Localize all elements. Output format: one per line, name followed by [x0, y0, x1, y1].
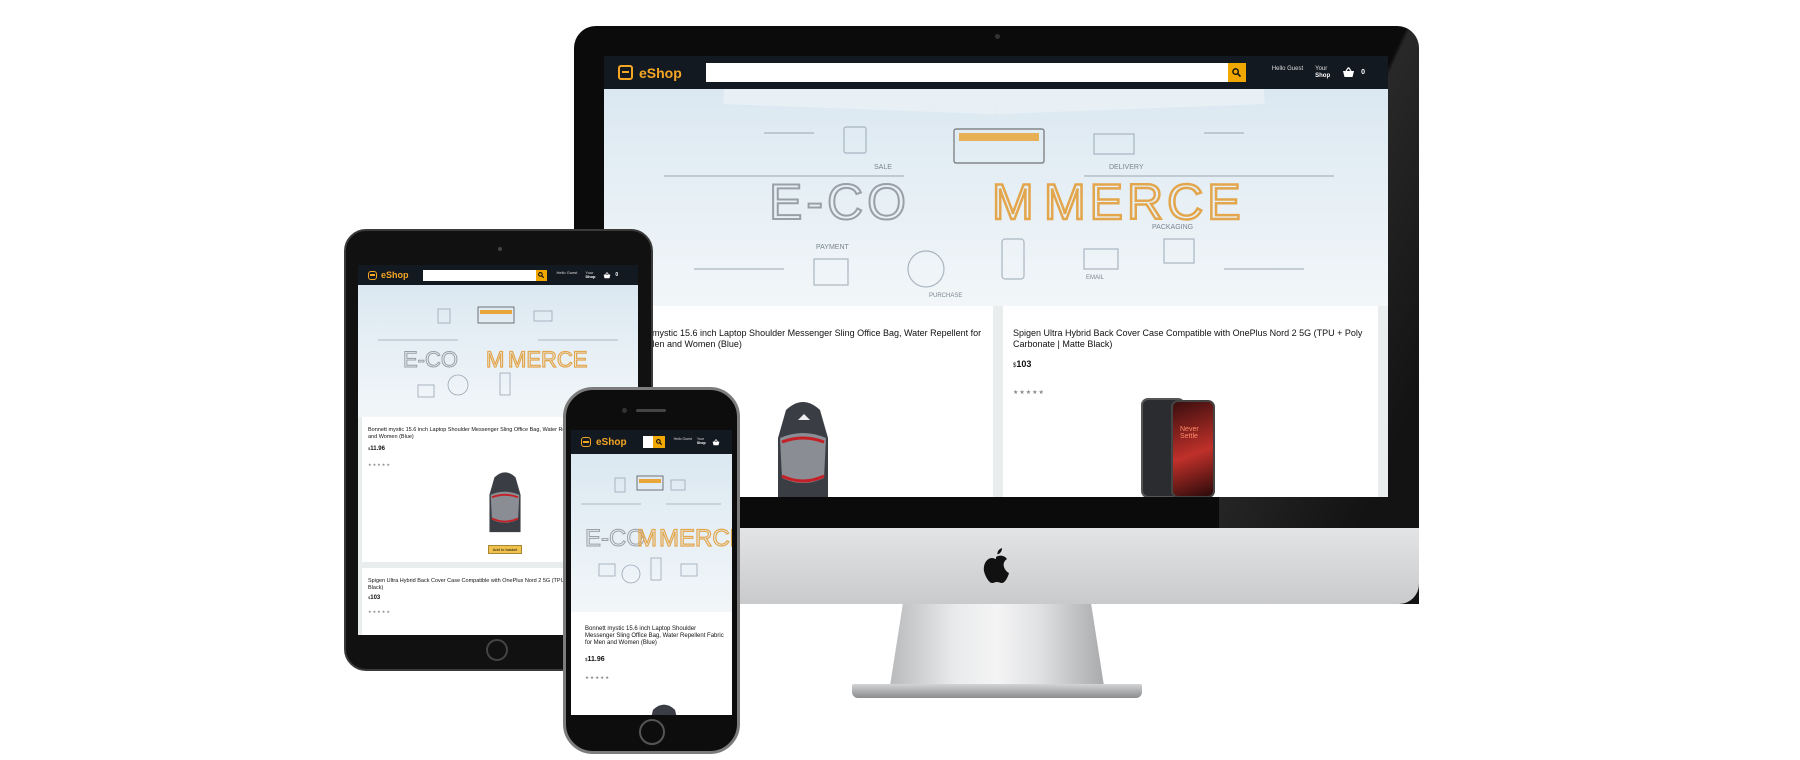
search-icon: [1232, 68, 1242, 77]
banner-headline-suffix: MERCE: [1044, 174, 1245, 230]
shop-icon: [368, 270, 377, 280]
banner-headline-suffix: MERCE: [659, 525, 732, 552]
shop-line1: Your: [1315, 65, 1328, 72]
shop-option[interactable]: Your Shop: [1315, 66, 1330, 79]
basket-icon: [1343, 67, 1355, 77]
shop-option[interactable]: Your Shop: [585, 270, 596, 280]
product-card: Bonnett mystic 15.6 inch Laptop Shoulder…: [571, 612, 732, 715]
search-button[interactable]: [1227, 63, 1246, 82]
phone-screen: eShop Hello Guest Sign In Your Shop E-CO…: [571, 430, 732, 715]
banner-headline-prefix: E-CO: [403, 347, 458, 372]
rating-stars: ★★★★★: [585, 674, 611, 680]
product-title: Spigen Ultra Hybrid Back Cover Case Comp…: [1013, 328, 1363, 349]
product-price: $103: [1013, 359, 1368, 369]
logo-text: eShop: [639, 64, 682, 81]
banner-headline-prefix: E-CO: [769, 174, 910, 230]
ecommerce-banner-art: E-CO M MERCE: [581, 475, 732, 584]
backpack-image: [640, 702, 688, 715]
responsive-mockup: eShop Hello Guest Sign In Your Shop 0 SA…: [0, 0, 1800, 760]
phone-screen-text: Never Settle: [1180, 426, 1199, 440]
backpack-image: [482, 469, 528, 538]
basket-icon: [712, 438, 719, 445]
header: eShop Hello Guest Sign In Your Shop 0: [358, 265, 638, 285]
imac-stand: [890, 604, 1104, 686]
shop-icon: [581, 437, 591, 447]
logo-text: eShop: [596, 436, 627, 448]
greeting-option[interactable]: Hello Guest Sign In: [1272, 66, 1303, 79]
search-input[interactable]: [705, 63, 1228, 82]
banner-headline-m: M: [637, 525, 657, 552]
basket[interactable]: 0: [603, 271, 619, 279]
banner-label-payment: PAYMENT: [816, 244, 850, 251]
shop-line2: Shop: [1315, 72, 1331, 79]
backpack-image: [766, 398, 840, 497]
greeting-line1: Hello Guest: [1271, 65, 1304, 72]
tablet-camera: [498, 247, 502, 251]
basket[interactable]: 0: [1342, 67, 1365, 78]
price-value: 103: [1016, 358, 1032, 369]
search-bar: [422, 269, 547, 281]
search-icon: [655, 439, 662, 445]
phone-case-image: Never Settle: [1141, 398, 1217, 497]
search-input[interactable]: [642, 436, 653, 448]
imac-camera: [995, 34, 1000, 39]
banner-headline-prefix: E-CO: [585, 525, 645, 552]
shop-line2: Shop: [585, 274, 596, 279]
banner-label-delivery: DELIVERY: [1109, 164, 1144, 171]
hero-banner: SALE DELIVERY PAYMENT PACKAGING PURCHASE…: [604, 89, 1388, 306]
greeting-line2: Sign In: [673, 441, 686, 445]
basket[interactable]: [712, 438, 720, 446]
greeting-option[interactable]: Hello Guest Sign In: [556, 270, 578, 280]
imac-base: [852, 684, 1142, 698]
basket-count: 0: [1361, 69, 1366, 76]
banner-label-purchase: PURCHASE: [929, 293, 962, 299]
search-bar: [642, 436, 665, 448]
product-price: $11.96: [585, 656, 726, 663]
product-title: t mystic 15.6 inch Laptop Shoulder Messe…: [647, 328, 982, 349]
ecommerce-banner-art: SALE DELIVERY PAYMENT PACKAGING PURCHASE…: [664, 89, 1334, 299]
search-input[interactable]: [422, 269, 536, 281]
header: eShop Hello Guest Sign In Your Shop: [571, 430, 732, 454]
price-value: 11.96: [370, 446, 385, 453]
phone-speaker: [636, 409, 666, 412]
shop-line2: Shop: [696, 441, 706, 445]
banner-headline-m: M: [486, 347, 504, 372]
basket-count: 0: [615, 272, 619, 278]
search-icon: [538, 272, 545, 278]
basket-icon: [604, 271, 611, 278]
phone-home-button: [639, 719, 665, 745]
phone-camera: [622, 408, 627, 413]
search-button[interactable]: [535, 269, 547, 281]
banner-headline-suffix: MERCE: [508, 347, 587, 372]
banner-label-sale: SALE: [874, 164, 892, 171]
logo[interactable]: eShop: [368, 270, 409, 280]
greeting-option[interactable]: Hello Guest Sign In: [673, 437, 692, 446]
greeting-line2: Sign In: [1271, 72, 1292, 79]
shop-option[interactable]: Your Shop: [696, 437, 706, 446]
shop-icon: [618, 65, 633, 80]
apple-logo-icon: [983, 548, 1009, 583]
product-card: Spigen Ultra Hybrid Back Cover Case Comp…: [1003, 306, 1378, 497]
logo[interactable]: eShop: [581, 437, 627, 448]
rating-stars: ★★★★★: [1013, 389, 1045, 396]
price-value: 103: [370, 595, 381, 602]
tablet-home-button: [486, 639, 508, 661]
logo[interactable]: eShop: [618, 65, 682, 81]
product-title: Bonnett mystic 15.6 inch Laptop Shoulder…: [585, 626, 724, 647]
search-bar: [705, 63, 1246, 82]
greeting-line2: Sign In: [556, 274, 570, 279]
header: eShop Hello Guest Sign In Your Shop 0: [604, 56, 1388, 89]
add-to-basket-button[interactable]: Add to basket: [488, 545, 522, 554]
price-value: 11.96: [587, 655, 605, 663]
search-button[interactable]: [652, 436, 665, 448]
banner-label-email: EMAIL: [1086, 275, 1105, 281]
hero-banner: E-CO M MERCE: [571, 454, 732, 612]
logo-text: eShop: [381, 270, 409, 280]
banner-headline-m: M: [992, 174, 1034, 230]
